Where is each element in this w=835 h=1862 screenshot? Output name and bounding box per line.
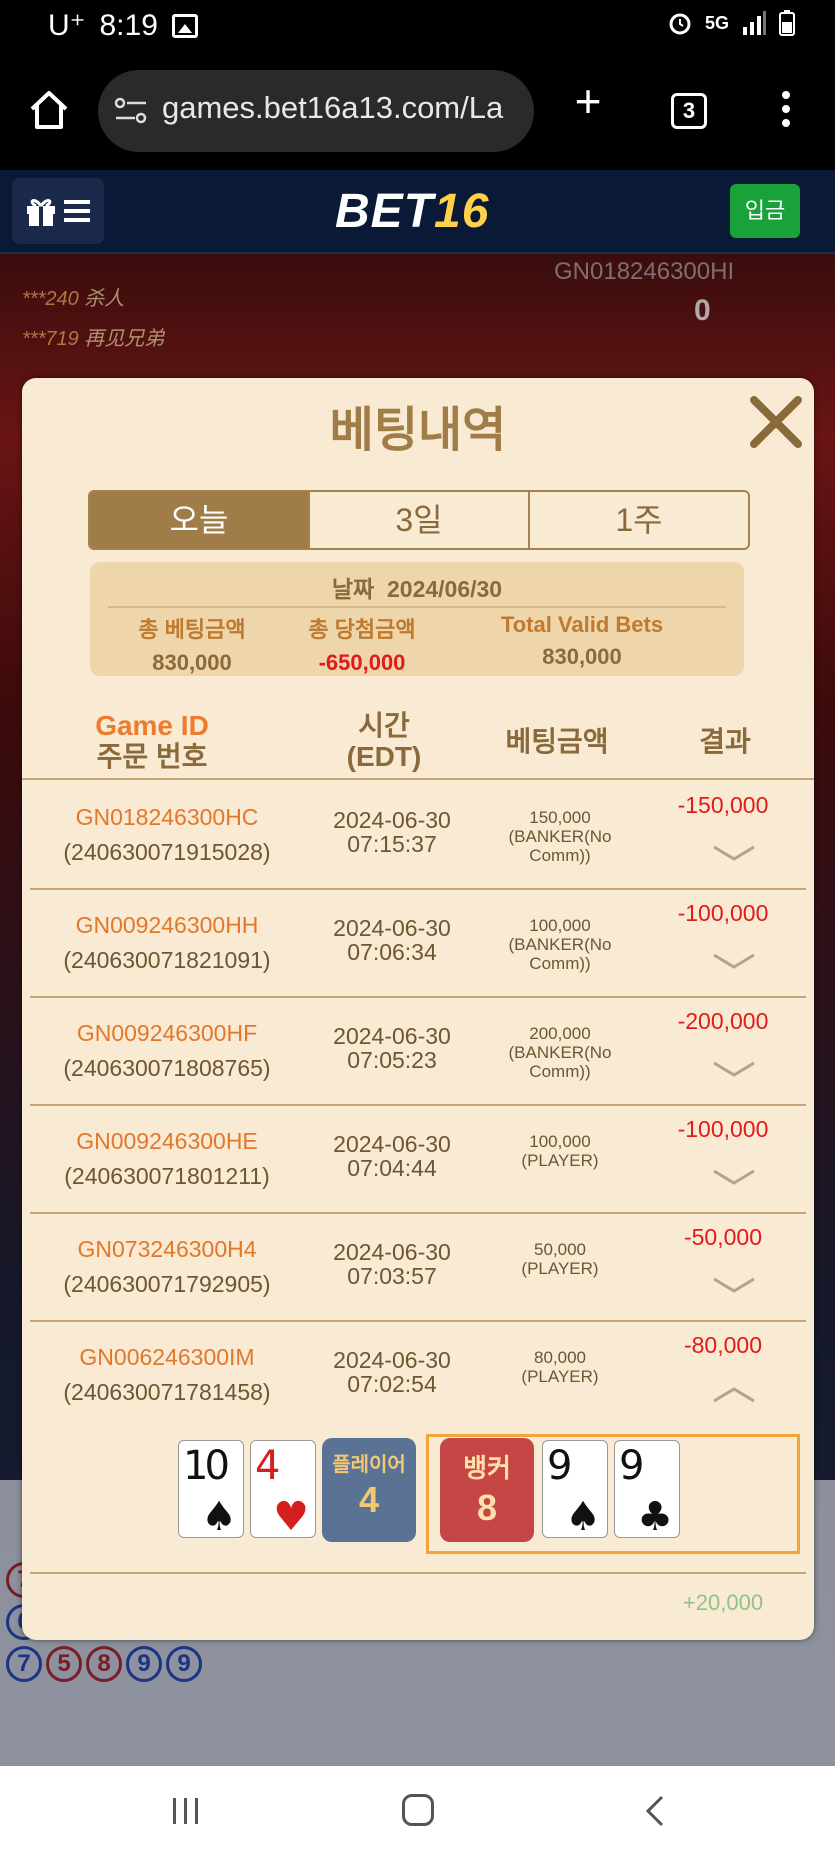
home-icon[interactable] <box>26 87 72 133</box>
site-logo[interactable]: BET16 <box>335 184 489 239</box>
signal-icon <box>743 11 766 35</box>
row-result: -100,000 <box>677 1116 769 1142</box>
row-game-id: GN009246300HF (240630071808765) <box>63 1020 271 1081</box>
chevron-down-icon[interactable] <box>710 1276 758 1296</box>
row-result: -150,000 <box>677 792 769 818</box>
row-result: -50,000 <box>683 1224 762 1250</box>
row-time: 2024-06-30 07:04:44 <box>333 1131 451 1181</box>
player-card: 10 ♠ <box>178 1440 244 1538</box>
row-game-id: GN006246300IM (240630071781458) <box>63 1344 271 1405</box>
alarm-icon <box>669 13 691 35</box>
background-balance: 0 <box>694 294 711 327</box>
new-tab-button[interactable]: + <box>568 78 608 124</box>
gift-icon <box>27 199 55 226</box>
row-result: -80,000 <box>683 1332 762 1358</box>
table-row[interactable]: GN009246300HF (240630071808765) 2024-06-30… <box>30 998 806 1106</box>
chevron-down-icon[interactable] <box>710 952 758 972</box>
carrier-label: U⁺ <box>48 9 86 42</box>
header-result: 결과 <box>699 726 751 757</box>
modal-title: 베팅내역 <box>329 404 507 457</box>
divider <box>108 606 726 608</box>
browser-toolbar: games.bet16a13.com/La + 3 <box>0 55 835 170</box>
chat-message: ***240 杀人 <box>22 288 125 310</box>
banker-card: 9 ♠ <box>542 1440 608 1538</box>
background-game-id: GN018246300HI <box>554 258 735 285</box>
tab-switcher-button[interactable]: 3 <box>671 93 707 129</box>
player-card: 4 ♥ <box>250 1440 316 1538</box>
table-row[interactable]: GN009246300HE (240630071801211) 2024-06-30… <box>30 1106 806 1214</box>
site-settings-icon[interactable] <box>114 96 148 126</box>
close-icon[interactable] <box>746 392 806 452</box>
system-navigation-bar <box>0 1766 835 1862</box>
table-row-partial[interactable]: +20,000 <box>30 1576 806 1616</box>
row-time: 2024-06-30 07:03:57 <box>333 1239 451 1289</box>
row-result: -100,000 <box>677 900 769 926</box>
network-label: 5G <box>704 12 729 33</box>
player-score: 플레이어 4 <box>322 1438 416 1542</box>
address-bar[interactable]: games.bet16a13.com/La <box>98 70 534 152</box>
row-time: 2024-06-30 07:05:23 <box>333 1023 451 1073</box>
table-row[interactable]: GN009246300HH (240630071821091) 2024-06-30… <box>30 890 806 998</box>
row-game-id: GN018246300HC (240630071915028) <box>63 804 271 865</box>
row-time: 2024-06-30 07:06:34 <box>333 915 451 965</box>
round-detail: 10 ♠ 4 ♥ 플레이어 4 뱅커 8 9 ♠ 9 ♣ <box>30 1424 806 1574</box>
period-tabs: 오늘 3일 1주 <box>88 490 750 550</box>
banker-score: 뱅커 8 <box>440 1438 534 1542</box>
image-notification-icon <box>171 13 198 38</box>
row-amount: 100,000 (BANKER(No Comm)) <box>508 916 612 973</box>
deposit-button[interactable]: 입금 <box>730 184 800 238</box>
chevron-down-icon[interactable] <box>710 1060 758 1080</box>
row-time: 2024-06-30 07:15:37 <box>333 807 451 857</box>
battery-icon <box>779 10 795 36</box>
clock: 8:19 <box>99 8 158 42</box>
site-header: BET16 입금 <box>0 170 835 254</box>
url-text: games.bet16a13.com/La <box>162 90 504 125</box>
row-time: 2024-06-30 07:02:54 <box>333 1347 451 1397</box>
chevron-down-icon[interactable] <box>710 1168 758 1188</box>
total-win: 총 당첨금액 -650,000 <box>308 617 416 675</box>
chevron-up-icon[interactable] <box>710 1384 758 1404</box>
row-amount: 200,000 (BANKER(No Comm)) <box>508 1024 612 1081</box>
table-header: Game ID 주문 번호 시간 (EDT) 베팅금액 결과 <box>22 708 814 780</box>
table-row[interactable]: GN073246300H4 (240630071792905) 2024-06-30… <box>30 1214 806 1322</box>
status-bar: U⁺ 8:19 5G <box>0 0 835 55</box>
row-result: -200,000 <box>677 1008 769 1034</box>
row-game-id: GN009246300HE (240630071801211) <box>64 1128 270 1189</box>
summary-panel: 날짜 2024/06/30 총 베팅금액 830,000 총 당첨금액 -650… <box>90 562 744 676</box>
row-game-id: GN009246300HH (240630071821091) <box>63 912 271 973</box>
menu-button[interactable] <box>12 178 104 244</box>
betting-history-modal: 베팅내역 오늘 3일 1주 날짜 2024/06/30 총 베팅금액 830,0… <box>22 378 814 1640</box>
recent-apps-icon[interactable] <box>170 1796 202 1826</box>
row-game-id: GN073246300H4 (240630071792905) <box>63 1236 271 1297</box>
banker-card: 9 ♣ <box>614 1440 680 1538</box>
hamburger-icon <box>64 200 90 222</box>
table-row[interactable]: GN006246300IM (240630071781458) 2024-06-30… <box>30 1322 806 1430</box>
tab-1-week[interactable]: 1주 <box>530 492 748 548</box>
row-amount: 80,000 (PLAYER) <box>521 1348 599 1386</box>
row-result: +20,000 <box>682 1590 764 1615</box>
row-amount: 150,000 (BANKER(No Comm)) <box>508 808 612 865</box>
tab-today[interactable]: 오늘 <box>90 492 310 548</box>
header-time: 시간 (EDT) <box>346 710 422 772</box>
tab-3-days[interactable]: 3일 <box>310 492 530 548</box>
home-nav-icon[interactable] <box>402 1794 434 1826</box>
browser-menu-icon[interactable] <box>780 91 792 131</box>
back-icon[interactable] <box>640 1794 670 1828</box>
table-row[interactable]: GN018246300HC (240630071915028) 2024-06-30… <box>30 782 806 890</box>
header-game-id: Game ID 주문 번호 <box>95 710 209 772</box>
header-amount: 베팅금액 <box>505 726 609 757</box>
total-valid-bets: Total Valid Bets 830,000 <box>500 612 664 669</box>
summary-date: 날짜 2024/06/30 <box>331 576 503 602</box>
row-amount: 100,000 (PLAYER) <box>521 1132 599 1170</box>
chat-message: ***719 再见兄弟 <box>22 328 165 350</box>
row-amount: 50,000 (PLAYER) <box>521 1240 599 1278</box>
chevron-down-icon[interactable] <box>710 844 758 864</box>
